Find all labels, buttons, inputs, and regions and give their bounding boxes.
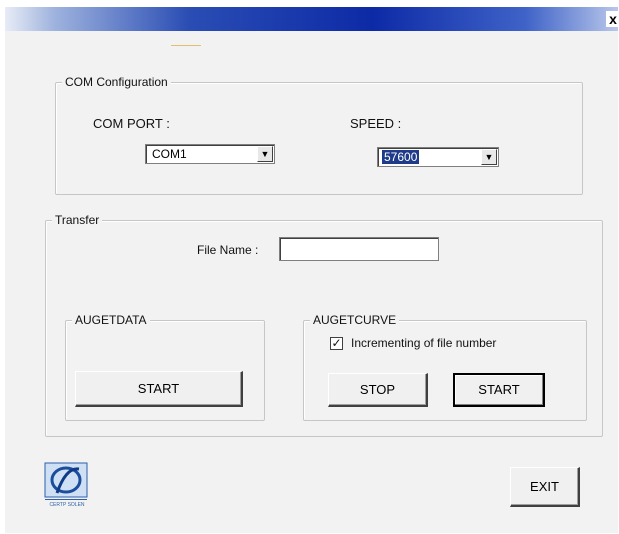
speed-select[interactable]: 57600 ▼ (377, 147, 499, 167)
checkmark-icon: ✓ (331, 336, 342, 350)
dialog-window: x COM Configuration COM PORT : COM1 ▼ SP… (4, 6, 619, 533)
com-configuration-title: COM Configuration (62, 75, 171, 89)
com-port-value: COM1 (152, 147, 187, 161)
decorative-line (171, 45, 201, 46)
title-bar[interactable]: x (5, 7, 619, 31)
chevron-down-icon[interactable]: ▼ (481, 149, 497, 165)
increment-checkbox[interactable]: ✓ (330, 337, 343, 350)
exit-button[interactable]: EXIT (510, 467, 580, 507)
com-port-select[interactable]: COM1 ▼ (145, 144, 275, 164)
augetdata-start-button[interactable]: START (75, 371, 243, 407)
speed-label: SPEED : (350, 116, 402, 131)
augetcurve-stop-button[interactable]: STOP (328, 373, 428, 407)
file-name-label: File Name : (197, 243, 259, 257)
augetdata-title: AUGETDATA (72, 313, 150, 327)
transfer-title: Transfer (52, 213, 103, 227)
file-name-input[interactable] (279, 237, 439, 261)
com-port-label: COM PORT : (93, 116, 170, 131)
augetcurve-start-button[interactable]: START (453, 373, 545, 407)
close-button[interactable]: x (606, 11, 619, 27)
speed-value: 57600 (382, 150, 420, 164)
certp-solen-logo: CERTP SOLEN (43, 457, 91, 511)
augetcurve-title: AUGETCURVE (310, 313, 400, 327)
chevron-down-icon[interactable]: ▼ (257, 146, 273, 162)
increment-checkbox-label[interactable]: Incrementing of file number (351, 336, 496, 350)
logo-text: CERTP SOLEN (49, 502, 85, 508)
com-configuration-group: COM Configuration (55, 75, 583, 195)
